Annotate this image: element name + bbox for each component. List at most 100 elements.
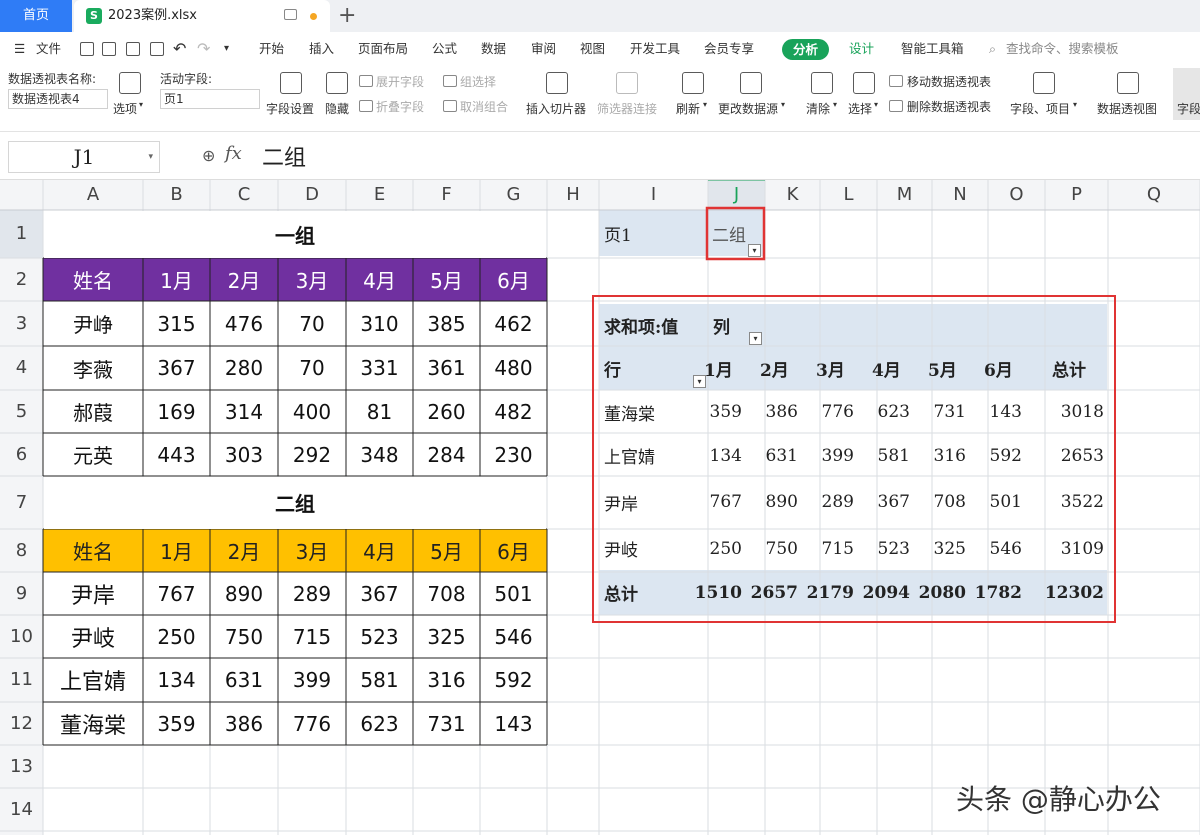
pivot-value-cell[interactable]: 501	[976, 477, 1022, 527]
group1-header-cell[interactable]: 4月	[346, 258, 413, 301]
group2-data-cell[interactable]: 731	[413, 702, 480, 745]
group2-header-cell[interactable]: 3月	[278, 529, 346, 572]
group2-data-cell[interactable]: 359	[143, 702, 210, 745]
group1-data-cell[interactable]: 348	[346, 433, 413, 476]
group1-data-cell[interactable]: 李薇	[43, 346, 143, 390]
row-header-9[interactable]: 9	[0, 572, 43, 615]
menu-review[interactable]: 审阅	[531, 32, 556, 66]
menu-analyze[interactable]: 分析	[782, 39, 829, 60]
pivot-column-header[interactable]: 5月	[920, 346, 966, 390]
pivot-name-input[interactable]: 数据透视表4	[8, 89, 108, 109]
pivot-row-name[interactable]: 尹岐	[604, 527, 638, 570]
pivot-value-cell[interactable]: 316	[920, 434, 966, 477]
pivot-row-name[interactable]: 董海棠	[604, 390, 655, 434]
pivot-value-cell[interactable]: 143	[976, 390, 1022, 434]
column-header-e[interactable]: E	[346, 180, 413, 210]
pivot-value-cell[interactable]: 546	[976, 527, 1022, 570]
group2-data-cell[interactable]: 尹岐	[43, 615, 143, 658]
field-settings-button[interactable]: 字段设置	[266, 100, 314, 117]
print-icon[interactable]	[126, 42, 140, 56]
row-header-3[interactable]: 3	[0, 301, 43, 346]
menu-data[interactable]: 数据	[481, 32, 506, 66]
group1-data-cell[interactable]: 482	[480, 390, 547, 433]
select-dropdown-icon[interactable]: ▾	[874, 100, 878, 109]
menu-view[interactable]: 视图	[580, 32, 605, 66]
menu-smart-toolbox[interactable]: 智能工具箱	[901, 32, 964, 66]
name-box-dropdown-icon[interactable]: ▾	[148, 142, 153, 172]
row-header-13[interactable]: 13	[0, 745, 43, 788]
group1-data-cell[interactable]: 314	[210, 390, 278, 433]
group1-data-cell[interactable]: 385	[413, 301, 480, 346]
column-header-q[interactable]: Q	[1108, 180, 1200, 210]
group2-data-cell[interactable]: 325	[413, 615, 480, 658]
hide-button[interactable]: 隐藏	[325, 100, 349, 117]
pivot-column-label[interactable]: 列	[713, 304, 730, 346]
group1-data-cell[interactable]: 284	[413, 433, 480, 476]
pivot-page-value[interactable]: 二组	[712, 210, 746, 256]
pivot-column-header[interactable]: 3月	[808, 346, 854, 390]
group2-header-cell[interactable]: 2月	[210, 529, 278, 572]
group2-data-cell[interactable]: 523	[346, 615, 413, 658]
group2-header-cell[interactable]: 4月	[346, 529, 413, 572]
save-icon[interactable]	[80, 42, 94, 56]
collapse-field-button[interactable]: 折叠字段	[376, 98, 424, 115]
group1-data-cell[interactable]: 尹峥	[43, 301, 143, 346]
pivot-total-cell[interactable]: 2094	[856, 570, 910, 615]
page-filter-icon[interactable]: ▾	[748, 244, 761, 257]
group1-title[interactable]: 一组	[43, 210, 547, 258]
column-header-d[interactable]: D	[278, 180, 346, 210]
group-select-button[interactable]: 组选择	[460, 73, 496, 90]
row-header-4[interactable]: 4	[0, 346, 43, 390]
group1-data-cell[interactable]: 480	[480, 346, 547, 390]
group2-data-cell[interactable]: 399	[278, 658, 346, 702]
pivot-value-cell[interactable]: 592	[976, 434, 1022, 477]
field-list-button[interactable]: 字段	[1177, 100, 1200, 117]
group1-data-cell[interactable]: 310	[346, 301, 413, 346]
refresh-dropdown-icon[interactable]: ▾	[703, 100, 707, 109]
pivot-value-cell[interactable]: 250	[696, 527, 742, 570]
pivot-column-header[interactable]: 2月	[752, 346, 798, 390]
zoom-icon[interactable]: ⊕	[202, 146, 215, 165]
group2-data-cell[interactable]: 367	[346, 572, 413, 615]
worksheet[interactable]: A B C D E F G H I J K L M N O P Q 1 2 3 4 5 6 7 8 9 10 11 12 13 14 一组 姓名…	[0, 180, 1200, 835]
pivot-value-cell[interactable]: 367	[864, 477, 910, 527]
column-header-i[interactable]: I	[599, 180, 708, 210]
options-icon[interactable]	[119, 72, 141, 94]
pivot-chart-icon[interactable]	[1117, 72, 1139, 94]
pivot-value-cell[interactable]: 3109	[1034, 527, 1104, 570]
row-header-11[interactable]: 11	[0, 658, 43, 702]
monitor-icon[interactable]	[284, 9, 297, 20]
column-header-b[interactable]: B	[143, 180, 210, 210]
group2-data-cell[interactable]: 708	[413, 572, 480, 615]
group1-data-cell[interactable]: 400	[278, 390, 346, 433]
pivot-value-cell[interactable]: 325	[920, 527, 966, 570]
row-header-8[interactable]: 8	[0, 529, 43, 572]
column-header-l[interactable]: L	[820, 180, 877, 210]
column-header-k[interactable]: K	[765, 180, 820, 210]
pivot-value-cell[interactable]: 750	[752, 527, 798, 570]
select-icon[interactable]	[853, 72, 875, 94]
group2-data-cell[interactable]: 316	[413, 658, 480, 702]
quick-access-dropdown-icon[interactable]: ▾	[224, 32, 229, 66]
pivot-column-header[interactable]: 4月	[864, 346, 910, 390]
group2-data-cell[interactable]: 767	[143, 572, 210, 615]
row-header-12[interactable]: 12	[0, 702, 43, 745]
command-search[interactable]: 查找命令、搜索模板	[1006, 32, 1119, 66]
group2-data-cell[interactable]: 董海棠	[43, 702, 143, 745]
group2-data-cell[interactable]: 890	[210, 572, 278, 615]
change-source-icon[interactable]	[740, 72, 762, 94]
hamburger-icon[interactable]: ☰	[14, 32, 25, 66]
pivot-page-label[interactable]: 页1	[604, 210, 632, 256]
column-filter-dropdown-icon[interactable]: ▾	[749, 332, 762, 345]
pivot-total-cell[interactable]: 2179	[800, 570, 854, 615]
group2-data-cell[interactable]: 386	[210, 702, 278, 745]
menu-developer[interactable]: 开发工具	[630, 32, 680, 66]
pivot-value-cell[interactable]: 399	[808, 434, 854, 477]
options-button[interactable]: 选项	[113, 100, 137, 117]
group2-data-cell[interactable]: 134	[143, 658, 210, 702]
menu-insert[interactable]: 插入	[309, 32, 334, 66]
group1-data-cell[interactable]: 331	[346, 346, 413, 390]
group2-data-cell[interactable]: 750	[210, 615, 278, 658]
expand-field-button[interactable]: 展开字段	[376, 73, 424, 90]
group1-data-cell[interactable]: 476	[210, 301, 278, 346]
